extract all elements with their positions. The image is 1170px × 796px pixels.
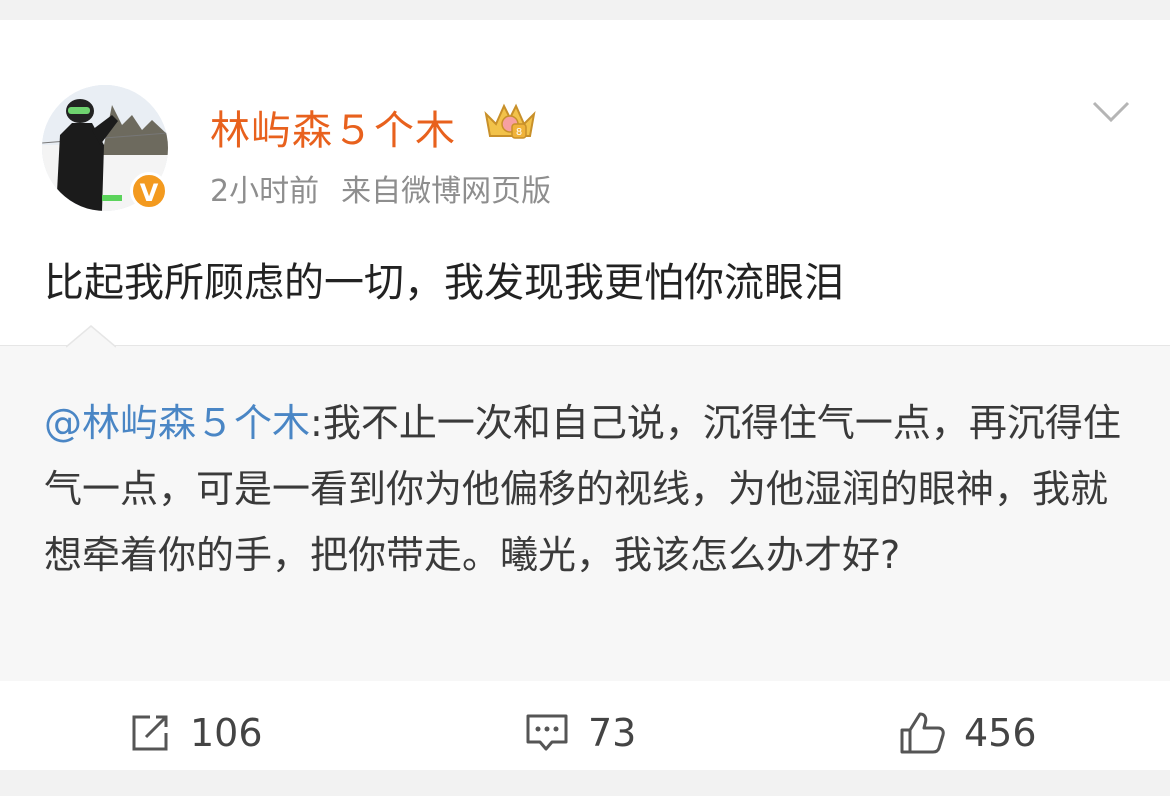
repost-count: 106 bbox=[190, 711, 263, 755]
post-time: 2小时前 bbox=[210, 174, 320, 209]
verified-badge-icon: V bbox=[130, 172, 168, 210]
comment-count: 73 bbox=[588, 711, 637, 755]
repost-icon bbox=[132, 715, 168, 751]
comment-button[interactable]: 73 bbox=[524, 708, 636, 758]
chevron-down-icon[interactable] bbox=[1092, 100, 1130, 124]
thumbs-up-icon bbox=[900, 712, 945, 754]
author-name[interactable]: 林屿森５个木 bbox=[210, 98, 456, 156]
post-source: 来自微博网页版 bbox=[341, 174, 552, 209]
like-button[interactable]: 456 bbox=[898, 708, 1037, 758]
quote-text-block: @林屿森５个木:我不止一次和自己说，沉得住气一点，再沉得住气一点，可是一看到你为… bbox=[44, 390, 1129, 588]
comment-icon bbox=[526, 714, 568, 751]
vip-crown-icon[interactable]: 8 bbox=[482, 100, 538, 144]
post-text: 比起我所顾虑的一切，我发现我更怕你流眼泪 bbox=[44, 260, 844, 306]
mention-link[interactable]: @林屿森５个木 bbox=[44, 401, 310, 445]
post-meta: 2小时前 来自微博网页版 bbox=[210, 166, 551, 210]
weibo-post-card: V 林屿森５个木 8 2小时前 来自微博网页版 比起我所顾虑的一切，我发现我更怕你… bbox=[0, 20, 1170, 770]
like-count: 456 bbox=[964, 711, 1037, 755]
repost-button[interactable]: 106 bbox=[128, 708, 263, 758]
retweet-quote[interactable]: @林屿森５个木:我不止一次和自己说，沉得住气一点，再沉得住气一点，可是一看到你为… bbox=[0, 325, 1170, 681]
quote-pointer bbox=[66, 325, 116, 348]
svg-text:8: 8 bbox=[516, 127, 522, 138]
action-bar: 106 73 456 bbox=[0, 680, 1170, 790]
